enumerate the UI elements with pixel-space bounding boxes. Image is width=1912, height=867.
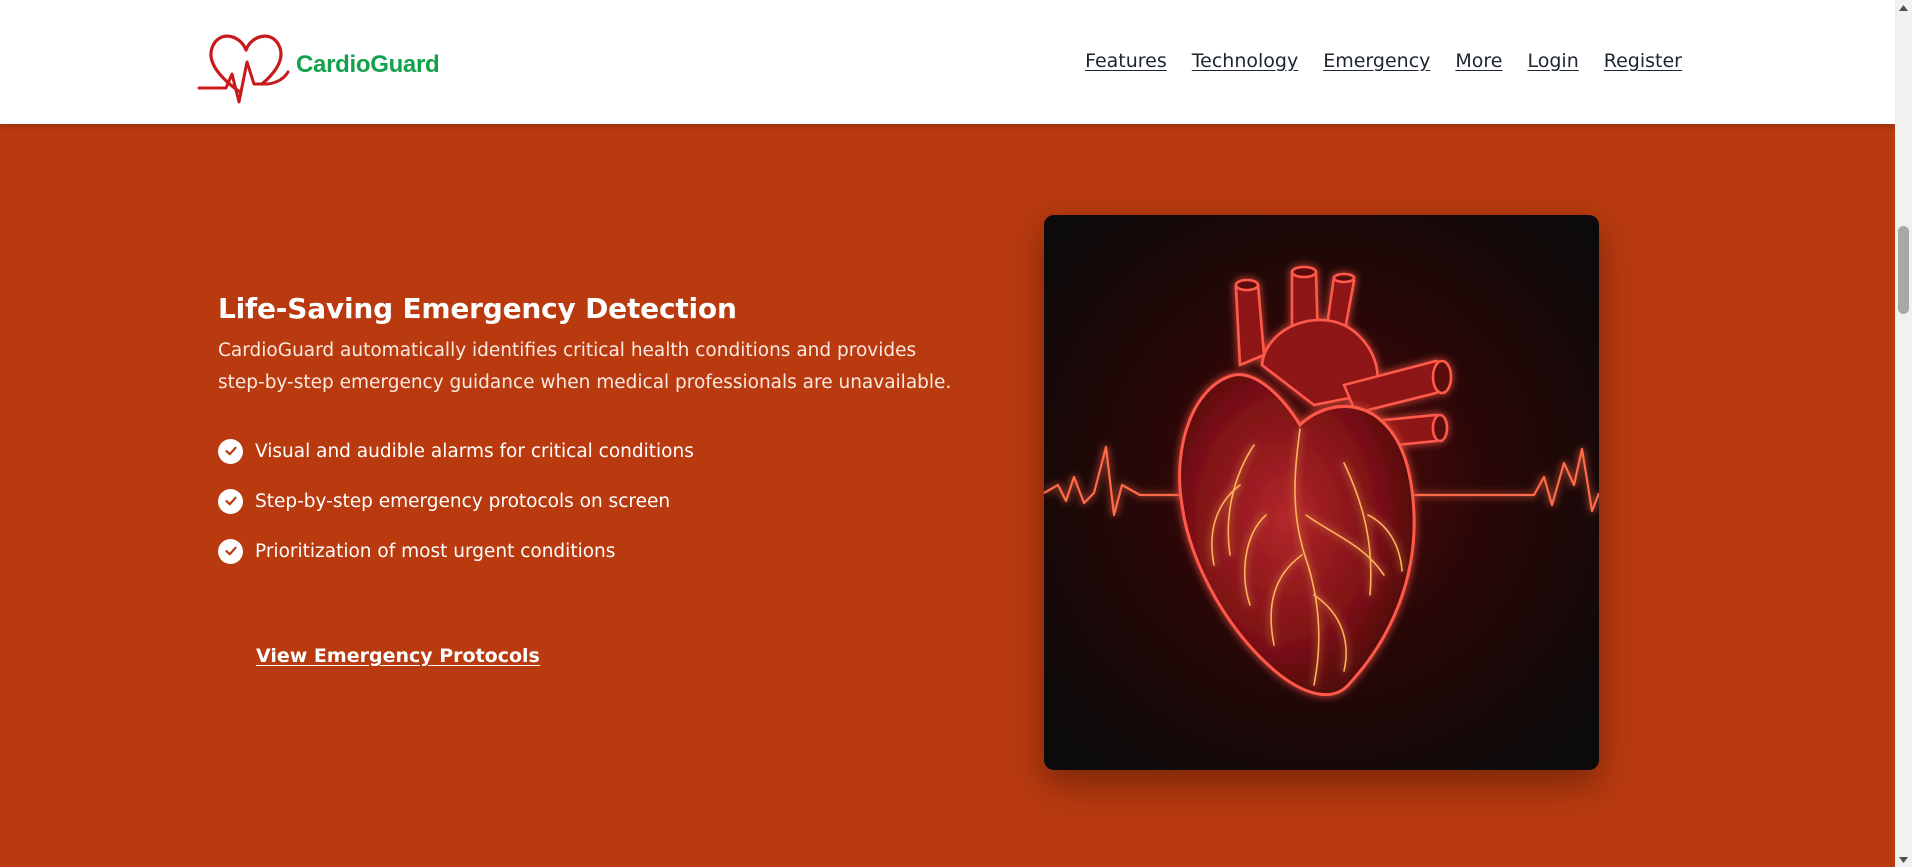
scrollbar-thumb[interactable] — [1898, 226, 1909, 314]
nav-link-features[interactable]: Features — [1085, 50, 1167, 72]
site-header: CardioGuard Features Technology Emergenc… — [0, 0, 1895, 124]
feature-item: Step-by-step emergency protocols on scre… — [218, 488, 694, 514]
check-circle-icon — [218, 438, 243, 464]
feature-item: Visual and audible alarms for critical c… — [218, 438, 694, 464]
feature-text: Step-by-step emergency protocols on scre… — [255, 490, 671, 512]
scroll-down-arrow-icon[interactable] — [1895, 852, 1912, 867]
nav-link-emergency[interactable]: Emergency — [1323, 50, 1430, 72]
scroll-up-arrow-icon[interactable] — [1895, 0, 1912, 15]
brand-logo[interactable]: CardioGuard — [196, 26, 456, 104]
view-emergency-protocols-link[interactable]: View Emergency Protocols — [256, 645, 540, 667]
check-circle-icon — [218, 488, 243, 514]
feature-text: Prioritization of most urgent conditions — [255, 540, 616, 562]
feature-item: Prioritization of most urgent conditions — [218, 538, 694, 564]
heart-pulse-logo-icon — [197, 34, 290, 104]
feature-list: Visual and audible alarms for critical c… — [218, 438, 694, 588]
brand-name: CardioGuard — [296, 51, 440, 78]
section-description: CardioGuard automatically identifies cri… — [218, 340, 952, 393]
check-circle-icon — [218, 538, 243, 564]
feature-text: Visual and audible alarms for critical c… — [255, 440, 694, 462]
page-scrollbar[interactable] — [1895, 0, 1912, 867]
glowing-heart-ecg-illustration — [1044, 215, 1599, 770]
nav-link-login[interactable]: Login — [1528, 50, 1579, 72]
nav-link-register[interactable]: Register — [1604, 50, 1682, 72]
emergency-hero-section: Life-Saving Emergency Detection CardioGu… — [0, 124, 1895, 867]
main-nav: Features Technology Emergency More Login… — [1085, 50, 1682, 72]
nav-link-more[interactable]: More — [1455, 50, 1502, 72]
section-title: Life-Saving Emergency Detection — [218, 292, 737, 325]
nav-link-technology[interactable]: Technology — [1192, 50, 1298, 72]
